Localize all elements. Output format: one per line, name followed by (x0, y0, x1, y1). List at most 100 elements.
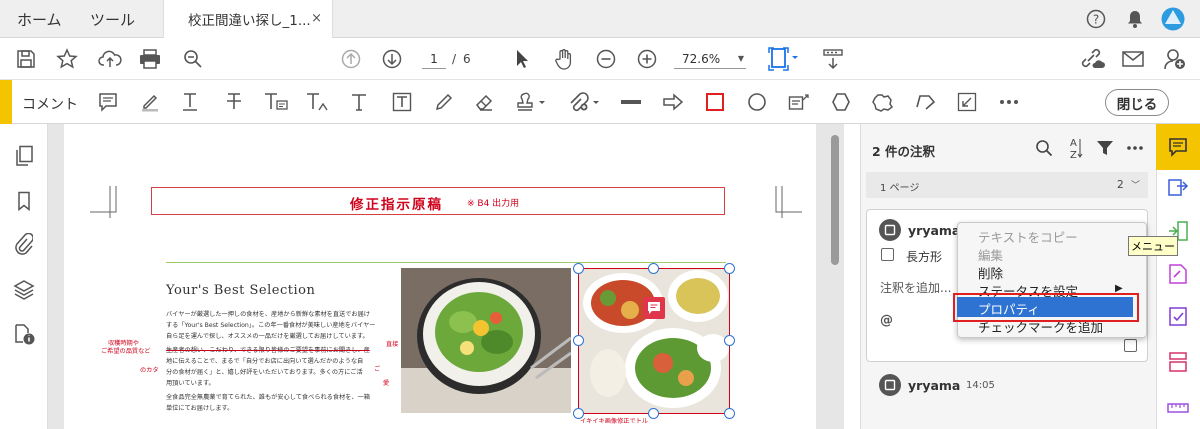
menu-item-delete[interactable]: 削除 (978, 263, 1003, 282)
tab-tools[interactable]: ツール (90, 0, 135, 38)
resize-tool-icon[interactable] (955, 90, 979, 114)
comment-tool-icon[interactable] (1166, 135, 1190, 159)
page-separator: / (452, 52, 457, 66)
cloud-tool-icon[interactable] (870, 90, 896, 114)
tab-document[interactable]: 校正間違い探し_1... × (163, 0, 333, 38)
star-icon[interactable] (55, 47, 79, 71)
salad-photo (401, 268, 571, 413)
page-total: 6 (463, 52, 471, 66)
more-options-icon[interactable] (1124, 137, 1146, 159)
attach-file-icon[interactable] (566, 90, 602, 114)
rectangle-annotation[interactable] (578, 268, 730, 414)
help-icon[interactable]: ? (1085, 8, 1107, 30)
polygon-tool-icon[interactable] (829, 90, 853, 114)
share-link-icon[interactable] (1078, 46, 1106, 72)
search-icon[interactable] (181, 47, 205, 71)
print-icon[interactable] (138, 47, 162, 71)
next-page-icon[interactable] (380, 47, 404, 71)
menu-item-edit[interactable]: 編集 (978, 245, 1003, 264)
scrollbar-thumb[interactable] (831, 135, 839, 265)
search-comments-icon[interactable] (1033, 137, 1055, 159)
rectangle-annotation-icon (879, 374, 901, 396)
reply-checkbox[interactable] (1124, 339, 1137, 352)
page-fit-icon[interactable] (766, 45, 800, 73)
body-line: 自ら足を運んで探し、オススメの一品だけを厳選してお届けしています。 (166, 333, 369, 340)
attachments-icon[interactable] (12, 232, 36, 256)
avatar[interactable] (1160, 6, 1186, 32)
tab-home[interactable]: ホーム (17, 0, 62, 38)
body-line: 全食品完全無農薬で育てられた、誰もが安心して食べられる食材を、一箱 (166, 394, 370, 401)
resize-handle[interactable] (573, 408, 584, 419)
page-group-label: 1 ページ (880, 183, 920, 194)
highlight-icon[interactable] (138, 90, 162, 114)
strikethrough-text-icon[interactable] (222, 90, 246, 114)
page-number-input[interactable] (422, 49, 446, 69)
email-icon[interactable] (1120, 47, 1146, 71)
reply-input[interactable]: 注釈を追加... (880, 279, 951, 296)
comment-checkbox[interactable] (881, 248, 894, 261)
close-tab-icon[interactable]: × (311, 11, 322, 26)
bookmark-icon[interactable] (12, 189, 36, 213)
sort-icon[interactable]: AZ (1064, 135, 1086, 161)
zoom-in-icon[interactable] (635, 47, 659, 71)
hand-tool-icon[interactable] (552, 46, 576, 72)
add-user-icon[interactable] (1162, 46, 1188, 72)
document-info-icon[interactable] (12, 322, 36, 346)
layers-icon[interactable] (12, 278, 36, 302)
filter-icon[interactable] (1094, 137, 1116, 159)
stamp-icon[interactable] (514, 90, 548, 114)
text-callout-icon[interactable] (786, 90, 812, 114)
line-tool-icon[interactable] (619, 90, 643, 114)
menu-tooltip: メニュー (1128, 236, 1178, 256)
resize-handle[interactable] (573, 263, 584, 274)
sticky-note-icon[interactable] (96, 90, 120, 114)
edit-pdf-icon[interactable] (1165, 262, 1191, 286)
pencil-icon[interactable] (432, 90, 456, 114)
resize-handle[interactable] (724, 263, 735, 274)
close-comment-button[interactable]: 閉じる (1105, 89, 1169, 116)
red-annotation: 収穫時期や (108, 340, 139, 347)
comment-toolbar-accent (0, 80, 12, 124)
resize-handle[interactable] (648, 263, 659, 274)
resize-handle[interactable] (724, 335, 735, 346)
save-icon[interactable] (14, 47, 38, 71)
chevron-down-icon[interactable]: ﹀ (1131, 178, 1140, 191)
arrow-tool-icon[interactable] (660, 90, 686, 114)
text-box-icon[interactable] (390, 90, 414, 114)
left-navigation-pane (0, 124, 48, 429)
zoom-dropdown[interactable]: 72.6% ▼ (674, 49, 746, 69)
previous-page-icon[interactable] (339, 47, 363, 71)
insert-text-icon[interactable] (304, 90, 332, 114)
rectangle-tool-icon[interactable] (703, 90, 727, 114)
fill-sign-icon[interactable] (1165, 304, 1191, 328)
eraser-icon[interactable] (472, 90, 496, 114)
ellipse-tool-icon[interactable] (745, 90, 769, 114)
red-annotation: ご希望の品質など (101, 348, 151, 355)
menu-item-copy-text[interactable]: テキストをコピー (978, 227, 1078, 246)
resize-handle[interactable] (648, 408, 659, 419)
notification-bell-icon[interactable] (1124, 8, 1146, 30)
select-cursor-icon[interactable] (511, 47, 533, 71)
more-tools-icon[interactable] (996, 90, 1022, 114)
measure-icon[interactable] (1165, 396, 1191, 420)
replace-text-icon[interactable] (262, 90, 290, 114)
body-line: 単位にてお届けします。 (166, 405, 234, 412)
underline-text-icon[interactable] (178, 90, 202, 114)
polyline-tool-icon[interactable] (912, 90, 938, 114)
acrobat-window: ホーム ツール 校正間違い探し_1... × ? / 6 (0, 0, 1200, 429)
add-text-icon[interactable] (348, 90, 370, 114)
mention-icon[interactable]: @ (880, 313, 893, 328)
highlight-frame (953, 293, 1139, 322)
protect-icon[interactable] (1165, 350, 1191, 374)
svg-text:Z: Z (1070, 150, 1077, 160)
resize-handle[interactable] (573, 335, 584, 346)
cloud-upload-icon[interactable] (97, 47, 123, 71)
scroll-mode-icon[interactable] (820, 46, 846, 72)
comment-marker-icon[interactable] (643, 297, 665, 319)
export-pdf-icon[interactable] (1165, 177, 1191, 201)
page-thumbnails-icon[interactable] (12, 144, 36, 168)
zoom-out-icon[interactable] (594, 47, 618, 71)
section-heading: Your's Best Selection (166, 283, 316, 298)
resize-handle[interactable] (724, 408, 735, 419)
document-tab-title: 校正間違い探し_1... (188, 13, 311, 29)
